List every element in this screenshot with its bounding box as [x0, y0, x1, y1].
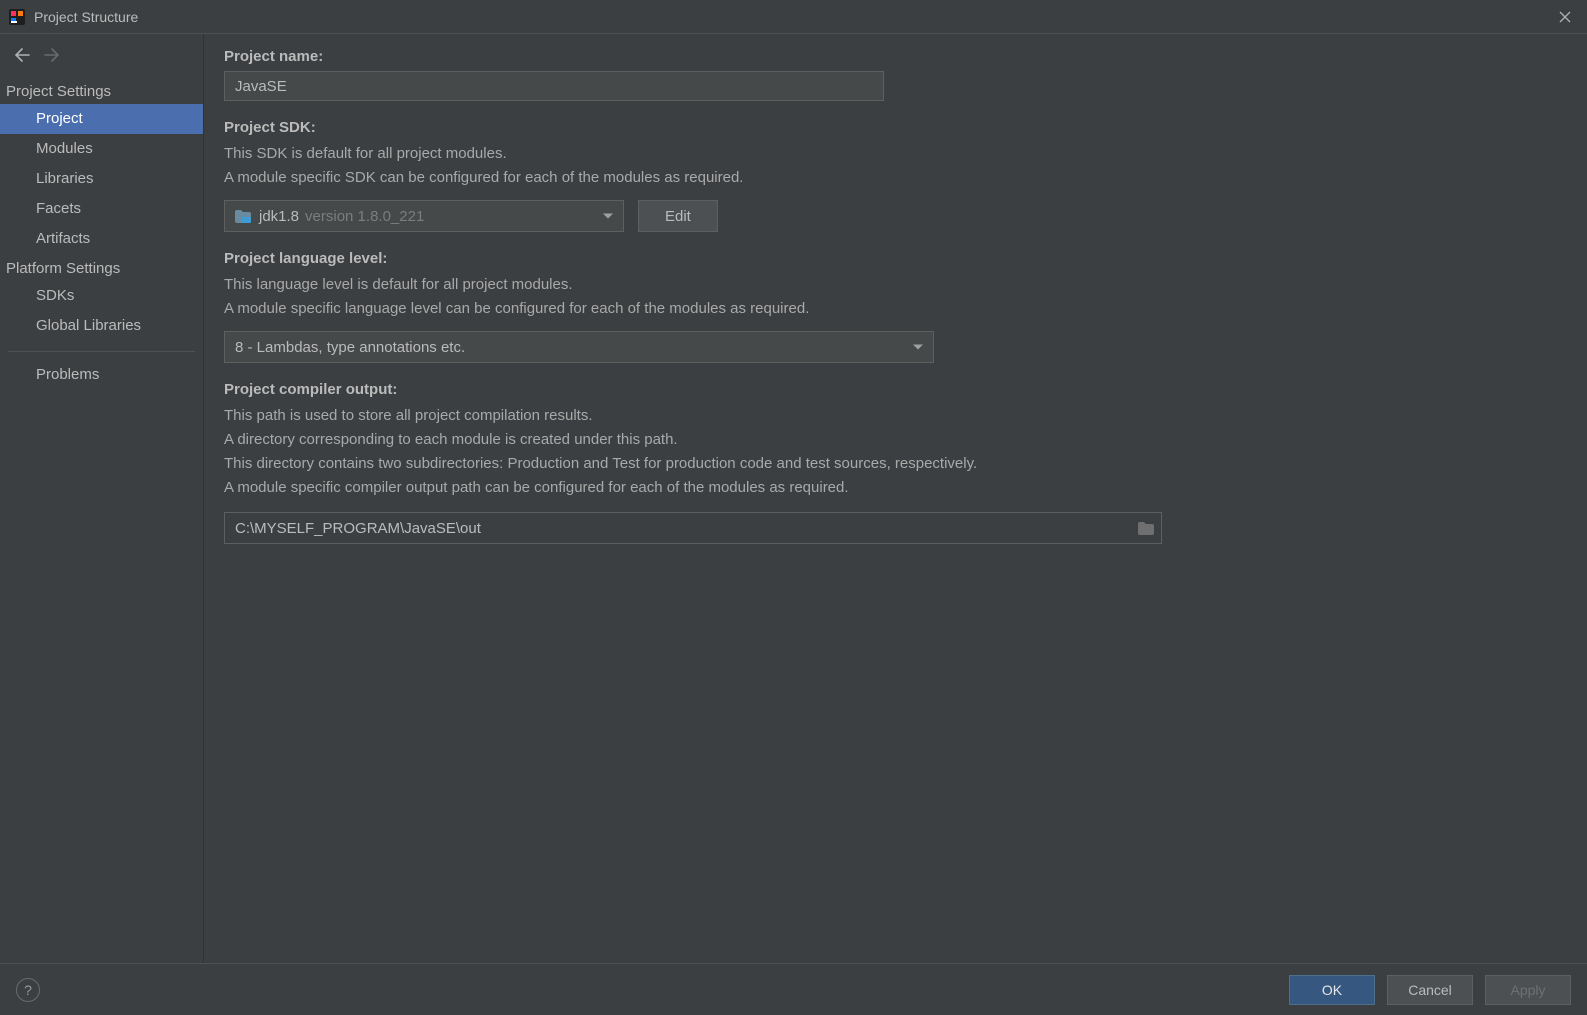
apply-label: Apply [1510, 982, 1545, 998]
compiler-output-label: Project compiler output: [224, 381, 1567, 398]
folder-icon [235, 210, 251, 223]
language-level-row: 8 - Lambdas, type annotations etc. [224, 331, 1567, 363]
project-name-input[interactable] [224, 71, 884, 101]
titlebar-left: Project Structure [8, 8, 138, 26]
body: Project Settings Project Modules Librari… [0, 34, 1587, 963]
sidebar-item-project[interactable]: Project [0, 104, 203, 134]
sidebar-item-problems[interactable]: Problems [0, 360, 203, 390]
footer-buttons: OK Cancel Apply [1289, 975, 1571, 1005]
cancel-button[interactable]: Cancel [1387, 975, 1473, 1005]
sidebar-item-label: Global Libraries [36, 317, 141, 334]
sidebar-separator [8, 351, 195, 352]
sidebar-item-label: Modules [36, 140, 93, 157]
titlebar-title: Project Structure [34, 9, 138, 25]
project-name-block: Project name: [224, 48, 1567, 101]
sidebar-item-modules[interactable]: Modules [0, 134, 203, 164]
sidebar-item-label: SDKs [36, 287, 74, 304]
sidebar-item-artifacts[interactable]: Artifacts [0, 224, 203, 254]
edit-label: Edit [665, 208, 691, 225]
sidebar-item-libraries[interactable]: Libraries [0, 164, 203, 194]
compiler-output-desc3: This directory contains two subdirectori… [224, 452, 1567, 476]
apply-button[interactable]: Apply [1485, 975, 1571, 1005]
project-sdk-block: Project SDK: This SDK is default for all… [224, 119, 1567, 232]
sdk-version: version 1.8.0_221 [305, 208, 424, 225]
footer: ? OK Cancel Apply [0, 963, 1587, 1015]
project-structure-dialog: Project Structure Project Settings Proje… [0, 0, 1587, 1015]
sidebar-heading-platform-settings: Platform Settings [0, 254, 203, 281]
sidebar-item-label: Artifacts [36, 230, 90, 247]
nav-arrows [0, 40, 203, 77]
chevron-down-icon [603, 214, 613, 219]
project-sdk-desc1: This SDK is default for all project modu… [224, 142, 1567, 166]
language-level-dropdown[interactable]: 8 - Lambdas, type annotations etc. [224, 331, 934, 363]
project-sdk-desc2: A module specific SDK can be configured … [224, 166, 1567, 190]
titlebar: Project Structure [0, 0, 1587, 34]
language-level-block: Project language level: This language le… [224, 250, 1567, 363]
sidebar-item-label: Libraries [36, 170, 94, 187]
sidebar-item-facets[interactable]: Facets [0, 194, 203, 224]
compiler-output-row [224, 512, 1162, 544]
sidebar-item-label: Project [36, 110, 83, 127]
project-sdk-dropdown[interactable]: jdk1.8 version 1.8.0_221 [224, 200, 624, 232]
project-sdk-row: jdk1.8 version 1.8.0_221 Edit [224, 200, 1567, 232]
project-name-label: Project name: [224, 48, 1567, 65]
compiler-output-desc1: This path is used to store all project c… [224, 404, 1567, 428]
ok-label: OK [1322, 982, 1342, 998]
project-sdk-label: Project SDK: [224, 119, 1567, 136]
compiler-output-desc4: A module specific compiler output path c… [224, 476, 1567, 500]
sidebar-item-global-libraries[interactable]: Global Libraries [0, 311, 203, 341]
language-level-selected: 8 - Lambdas, type annotations etc. [235, 339, 465, 356]
compiler-output-desc2: A directory corresponding to each module… [224, 428, 1567, 452]
browse-folder-icon[interactable] [1131, 513, 1161, 543]
chevron-down-icon [913, 345, 923, 350]
sidebar: Project Settings Project Modules Librari… [0, 34, 204, 963]
help-label: ? [24, 982, 32, 998]
back-arrow-icon[interactable] [14, 46, 30, 67]
language-level-label: Project language level: [224, 250, 1567, 267]
ok-button[interactable]: OK [1289, 975, 1375, 1005]
cancel-label: Cancel [1408, 982, 1452, 998]
intellij-icon [8, 8, 26, 26]
forward-arrow-icon[interactable] [44, 46, 60, 67]
compiler-output-input[interactable] [225, 513, 1131, 543]
language-level-desc1: This language level is default for all p… [224, 273, 1567, 297]
sidebar-item-label: Problems [36, 366, 99, 383]
close-icon[interactable] [1551, 3, 1579, 31]
language-level-desc2: A module specific language level can be … [224, 297, 1567, 321]
compiler-output-block: Project compiler output: This path is us… [224, 381, 1567, 544]
help-button[interactable]: ? [16, 978, 40, 1002]
sidebar-item-sdks[interactable]: SDKs [0, 281, 203, 311]
sidebar-heading-project-settings: Project Settings [0, 77, 203, 104]
main-panel: Project name: Project SDK: This SDK is d… [204, 34, 1587, 963]
sidebar-item-label: Facets [36, 200, 81, 217]
sdk-name: jdk1.8 [259, 208, 299, 225]
edit-sdk-button[interactable]: Edit [638, 200, 718, 232]
